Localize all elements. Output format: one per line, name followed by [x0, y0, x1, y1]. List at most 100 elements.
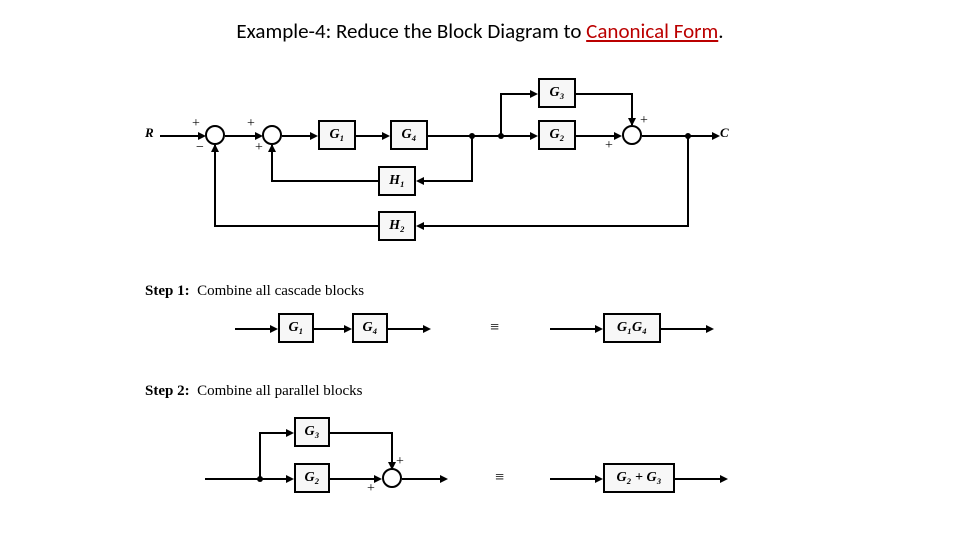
- wire: [215, 225, 378, 227]
- arrow-icon: [268, 144, 276, 152]
- title-highlight: Canonical Form: [586, 18, 718, 44]
- block-label: H₁: [389, 173, 405, 189]
- wire: [259, 432, 286, 434]
- title-prefix: Example-4: Reduce the Block Diagram to: [236, 18, 586, 44]
- block-label: G₁: [330, 127, 345, 143]
- wire: [675, 478, 720, 480]
- wire: [330, 478, 374, 480]
- arrow-icon: [211, 144, 219, 152]
- arrow-icon: [286, 475, 294, 483]
- arrow-icon: [530, 132, 538, 140]
- sign-minus: −: [196, 140, 204, 156]
- block-label: G₄: [402, 127, 417, 143]
- arrow-icon: [286, 429, 294, 437]
- block-label: G₃: [550, 85, 565, 101]
- sign-plus: +: [605, 138, 613, 154]
- wire: [225, 135, 255, 137]
- wire: [550, 328, 595, 330]
- arrow-icon: [310, 132, 318, 140]
- arrow-icon: [374, 475, 382, 483]
- equiv-symbol: ≡: [490, 319, 499, 337]
- block-label: G₂: [550, 127, 565, 143]
- wire: [160, 135, 198, 137]
- block-label: G₂: [305, 470, 320, 486]
- wire: [205, 478, 260, 480]
- s2-block-g2: G₂: [294, 463, 330, 493]
- wire: [235, 328, 270, 330]
- arrow-icon: [720, 475, 728, 483]
- summing-junction-3: [622, 125, 642, 145]
- block-g1: G₁: [318, 120, 356, 150]
- arrow-icon: [595, 325, 603, 333]
- arrow-icon: [530, 90, 538, 98]
- wire: [214, 145, 216, 227]
- wire: [330, 432, 392, 434]
- step-2-text: Combine all parallel blocks: [197, 383, 362, 399]
- arrow-icon: [416, 177, 424, 185]
- title-suffix: .: [718, 18, 723, 44]
- wire: [402, 478, 440, 480]
- step-2-label: Step 2: Combine all parallel blocks: [145, 383, 362, 400]
- arrow-icon: [270, 325, 278, 333]
- s2-block-g2-plus-g3: G₂ + G₃: [603, 463, 675, 493]
- block-label: H₂: [389, 218, 405, 234]
- block-g3: G₃: [538, 78, 576, 108]
- wire: [687, 135, 689, 227]
- block-g2: G₂: [538, 120, 576, 150]
- arrow-icon: [628, 118, 636, 126]
- wire: [259, 478, 286, 480]
- branch-node: [498, 133, 504, 139]
- page-title: Example-4: Reduce the Block Diagram to C…: [0, 18, 960, 44]
- arrow-icon: [595, 475, 603, 483]
- s1-block-g1g4: G₁G₄: [603, 313, 661, 343]
- output-label-c: C: [720, 125, 729, 141]
- block-label: G₂ + G₃: [617, 470, 662, 486]
- sign-plus: +: [640, 113, 648, 129]
- wire: [661, 328, 706, 330]
- step-2-heading: Step 2:: [145, 383, 190, 399]
- block-label: G₃: [305, 424, 320, 440]
- step-1-text: Combine all cascade blocks: [197, 283, 364, 299]
- sign-plus: +: [367, 481, 375, 497]
- arrow-icon: [423, 325, 431, 333]
- wire: [272, 180, 378, 182]
- block-label: G₁G₄: [617, 320, 647, 336]
- sign-plus: +: [255, 140, 263, 156]
- wire: [424, 225, 689, 227]
- sign-plus: +: [192, 116, 200, 132]
- wire: [576, 93, 631, 95]
- arrow-icon: [344, 325, 352, 333]
- arrow-icon: [614, 132, 622, 140]
- s1-block-g4: G₄: [352, 313, 388, 343]
- wire: [500, 93, 502, 135]
- sign-plus: +: [247, 116, 255, 132]
- step-1-heading: Step 1:: [145, 283, 190, 299]
- arrow-icon: [712, 132, 720, 140]
- wire: [500, 93, 530, 95]
- arrow-icon: [416, 222, 424, 230]
- block-h1: H₁: [378, 166, 416, 196]
- summing-junction-2: [262, 125, 282, 145]
- block-label: G₄: [363, 320, 378, 336]
- equiv-symbol: ≡: [495, 469, 504, 487]
- s2-block-g3: G₃: [294, 417, 330, 447]
- sign-plus: +: [396, 454, 404, 470]
- arrow-icon: [440, 475, 448, 483]
- wire: [576, 135, 614, 137]
- s2-summing-junction: [382, 468, 402, 488]
- wire: [424, 180, 473, 182]
- step-1-label: Step 1: Combine all cascade blocks: [145, 283, 364, 300]
- wire: [428, 135, 472, 137]
- s1-block-g1: G₁: [278, 313, 314, 343]
- wire: [356, 135, 382, 137]
- block-g4: G₄: [390, 120, 428, 150]
- wire: [259, 432, 261, 478]
- wire: [471, 135, 473, 182]
- wire: [388, 328, 423, 330]
- summing-junction-1: [205, 125, 225, 145]
- block-label: G₁: [289, 320, 304, 336]
- arrow-icon: [382, 132, 390, 140]
- wire: [550, 478, 595, 480]
- wire: [282, 135, 310, 137]
- block-h2: H₂: [378, 211, 416, 241]
